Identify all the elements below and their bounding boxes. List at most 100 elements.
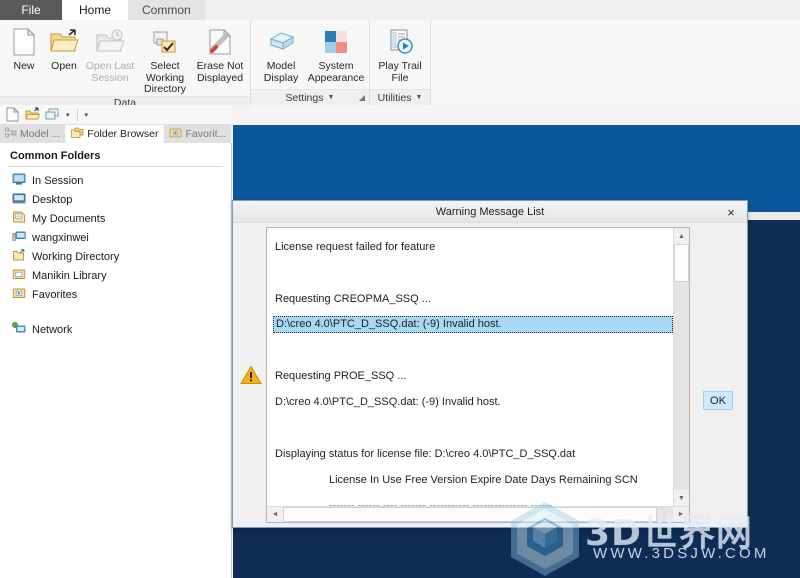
dialog-button-column: OK [691,227,745,526]
ribbon-button-play-trail-file-label: Play Trail File [378,60,422,84]
tab-common-label: Common [142,3,191,17]
network-icon [12,321,26,338]
browser-tab-model-tree-label: Model ... [20,128,61,140]
open-last-session-icon [95,25,125,59]
ribbon-button-play-trail-file[interactable]: Play Trail File [374,23,426,84]
manikin-library-icon [12,267,26,284]
ribbon-button-system-appearance-label: System Appearance [307,60,365,84]
ribbon-button-select-working-directory[interactable]: Select Working Directory [136,23,194,96]
ribbon-button-model-display[interactable]: Model Display [255,23,307,84]
dialog-title: Warning Message List [435,205,545,218]
scroll-up-icon[interactable]: ▲ [674,228,689,244]
ribbon-button-erase-not-displayed-label: Erase Not Displayed [196,60,244,84]
sidebar-divider [8,166,223,167]
browser-tab-favorites[interactable]: Favorit... [164,125,233,143]
window-icon[interactable] [44,106,61,123]
sidebar-item-favorites[interactable]: Favorites [0,285,231,304]
ribbon-group-utilities: Play Trail File Utilities ▼ [370,20,431,105]
open-folder-icon [49,25,79,59]
ribbon-button-open-last-session[interactable]: Open Last Session [84,23,136,84]
ribbon-button-new[interactable]: New [4,23,44,73]
ribbon: New Open Open Last Session Select Workin… [0,20,800,109]
browser-tab-model-tree[interactable]: Model ... [0,125,67,143]
desktop-icon [12,191,26,208]
warning-icon-column [235,227,266,526]
warning-message-list-dialog: Warning Message List × License request f… [232,200,748,528]
sidebar-item-desktop-label: Desktop [32,193,73,206]
chevron-down-icon[interactable]: ▼ [328,94,335,101]
system-appearance-icon [322,25,350,59]
browser-tab-folder-browser-label: Folder Browser [87,128,159,140]
message-line: License request failed for feature [275,241,436,253]
message-line-blank [273,415,673,441]
ribbon-button-new-label: New [13,60,35,72]
dialog-launcher-icon[interactable]: ◢ [359,93,365,102]
sidebar-item-desktop[interactable]: Desktop [0,190,231,209]
vertical-scrollbar-thumb[interactable] [674,244,689,282]
horizontal-scrollbar[interactable]: ◄ ► [267,506,689,522]
toolbar-separator [76,108,78,121]
play-trail-file-icon [385,25,415,59]
sidebar-item-in-session-label: In Session [32,174,84,187]
sidebar-item-manikin-library[interactable]: Manikin Library [0,266,231,285]
sidebar-item-my-documents[interactable]: My Documents [0,209,231,228]
sidebar-item-working-directory-label: Working Directory [32,250,120,263]
documents-icon [12,210,26,227]
sidebar-item-manikin-library-label: Manikin Library [32,269,107,282]
horizontal-scrollbar-track[interactable] [283,507,673,522]
scroll-right-icon[interactable]: ► [673,507,689,522]
ribbon-group-data: New Open Open Last Session Select Workin… [0,20,251,109]
sidebar-item-favorites-label: Favorites [32,288,78,301]
ok-button[interactable]: OK [703,391,733,410]
ribbon-group-settings-footer[interactable]: Settings ▼ ◢ [251,89,369,105]
ribbon-button-open-last-session-label: Open Last Session [85,60,135,84]
browser-tab-bar: Model ... Folder Browser Favorit... [0,125,233,143]
horizontal-scrollbar-thumb[interactable] [283,507,658,522]
sidebar-item-working-directory[interactable]: Working Directory [0,247,231,266]
message-line-column-rule: ------- ------ ---- ------- ----------- … [329,500,553,506]
message-list[interactable]: License request failed for feature Reque… [267,228,673,506]
ribbon-button-system-appearance[interactable]: System Appearance [307,23,365,84]
common-folders-header: Common Folders [10,150,101,162]
erase-not-displayed-icon [206,25,234,59]
scroll-down-icon[interactable]: ▼ [674,490,689,506]
sidebar-item-in-session[interactable]: In Session [0,171,231,190]
browser-tab-favorites-label: Favorit... [185,128,227,140]
scroll-left-icon[interactable]: ◄ [267,507,283,522]
ribbon-button-open[interactable]: Open [44,23,84,73]
tab-home[interactable]: Home [62,0,128,20]
folder-browser-panel: Common Folders In Session Desktop My Doc… [0,143,232,578]
ribbon-button-erase-not-displayed[interactable]: Erase Not Displayed [194,23,246,84]
user-computer-icon [12,229,26,246]
vertical-scrollbar[interactable]: ▲ ▼ [673,228,689,506]
ribbon-button-model-display-label: Model Display [263,60,299,84]
browser-tab-folder-browser[interactable]: Folder Browser [66,125,165,143]
model-display-icon [265,25,297,59]
open-file-icon[interactable] [24,106,41,123]
message-line-selected[interactable]: D:\creo 4.0\PTC_D_SSQ.dat: (-9) Invalid … [273,316,673,333]
quick-access-overflow-icon[interactable]: ▾ [83,111,91,119]
sidebar-item-network[interactable]: Network [0,320,231,339]
quick-access-caret-icon[interactable]: ▾ [64,111,72,119]
new-file-icon[interactable] [4,106,21,123]
dialog-titlebar[interactable]: Warning Message List × [233,201,747,223]
message-line: Displaying status for license file: D:\c… [275,448,576,460]
ribbon-group-utilities-label: Utilities [377,91,412,104]
sidebar-item-my-documents-label: My Documents [32,212,106,225]
tab-file[interactable]: File [0,0,62,20]
ribbon-button-open-label: Open [51,60,77,72]
ribbon-tab-strip: File Home Common [0,0,800,20]
chevron-down-icon[interactable]: ▼ [415,94,422,101]
message-line: Requesting CREOPMA_SSQ ... [275,293,431,305]
vertical-scrollbar-track[interactable] [674,244,689,490]
tab-home-label: Home [78,3,111,17]
tab-common[interactable]: Common [128,0,205,20]
ribbon-group-settings: Model Display System Appearance Settings… [251,20,370,105]
ribbon-group-utilities-footer[interactable]: Utilities ▼ [370,89,430,105]
folder-browser-icon [71,127,84,142]
sidebar-item-wangxinwei[interactable]: wangxinwei [0,228,231,247]
ribbon-group-settings-label: Settings [285,91,324,104]
close-icon[interactable]: × [723,204,739,220]
monitor-icon [12,172,26,189]
